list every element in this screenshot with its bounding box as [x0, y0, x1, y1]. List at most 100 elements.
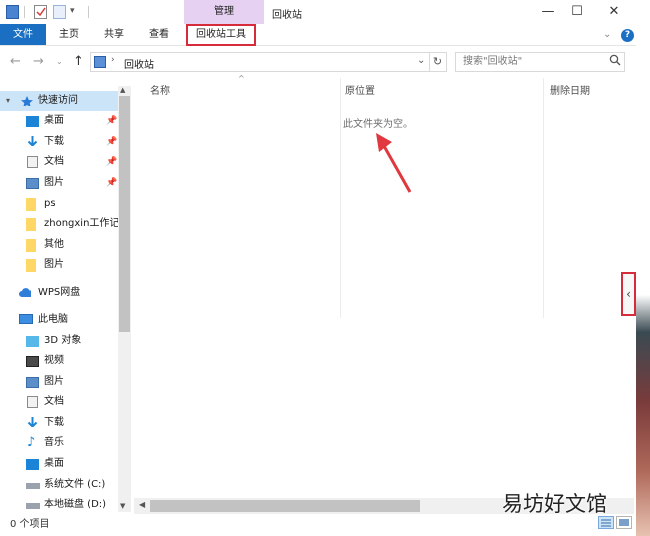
scroll-up-icon[interactable]: ▲	[120, 86, 125, 94]
nav-item-drive-c[interactable]: 系统文件 (C:)	[0, 475, 118, 495]
empty-folder-message: 此文件夹为空。	[343, 119, 413, 130]
nav-this-pc[interactable]: 此电脑	[0, 310, 118, 330]
nav-item-folder-zhongxin[interactable]: zhongxin工作记	[0, 214, 118, 234]
document-icon	[27, 396, 38, 408]
folder-icon	[26, 259, 36, 272]
nav-item-documents[interactable]: 文档 📌	[0, 152, 118, 172]
pin-icon[interactable]: 📌	[106, 173, 117, 193]
tab-share[interactable]: 共享	[104, 24, 124, 45]
desktop-icon	[26, 116, 39, 127]
column-header-date-deleted[interactable]: 删除日期	[550, 82, 590, 97]
help-button[interactable]: ?	[621, 29, 634, 42]
nav-item-videos[interactable]: 视频	[0, 351, 118, 371]
nav-label: 视频	[44, 355, 64, 366]
pin-icon[interactable]: 📌	[106, 111, 117, 131]
refresh-icon[interactable]: ↻	[429, 52, 447, 72]
properties-icon[interactable]	[34, 5, 47, 19]
nav-label: 文档	[44, 156, 64, 167]
nav-label: 其他	[44, 239, 64, 250]
nav-item-pc-pictures[interactable]: 图片	[0, 372, 118, 392]
download-icon	[27, 136, 38, 146]
pictures-icon	[26, 377, 39, 388]
nav-item-pc-desktop[interactable]: 桌面	[0, 454, 118, 474]
document-icon	[27, 156, 38, 168]
maximize-button[interactable]: ☐	[562, 3, 592, 21]
nav-label: 快速访问	[38, 95, 78, 106]
nav-item-3d-objects[interactable]: 3D 对象	[0, 331, 118, 351]
preview-pane-toggle-chevron-icon[interactable]: ‹	[621, 272, 636, 316]
nav-item-music[interactable]: ♪ 音乐	[0, 433, 118, 453]
navigation-pane: ▾ 快速访问 桌面 📌 下载 📌 文档 📌 图片 📌 ps zhongxin工作…	[0, 86, 132, 496]
expand-chevron-icon[interactable]: ▾	[6, 91, 10, 111]
nav-item-drive-d[interactable]: 本地磁盘 (D:)	[0, 495, 118, 515]
tab-recycle-bin-tools[interactable]: 回收站工具	[186, 24, 256, 46]
annotation-arrow-icon	[376, 133, 412, 193]
drive-icon	[26, 503, 40, 509]
search-icon[interactable]	[609, 54, 621, 69]
tab-home[interactable]: 主页	[59, 24, 79, 45]
divider	[24, 6, 25, 18]
up-arrow-icon[interactable]: ↑	[73, 54, 84, 69]
nav-item-downloads[interactable]: 下载 📌	[0, 132, 118, 152]
star-icon	[21, 96, 33, 106]
expand-ribbon-chevron-icon[interactable]: ⌄	[603, 29, 611, 40]
folder-icon	[26, 198, 36, 211]
nav-item-folder-ps[interactable]: ps	[0, 194, 118, 214]
breadcrumb-separator-icon[interactable]: ›	[111, 55, 115, 65]
nav-label: 图片	[44, 177, 64, 188]
search-input[interactable]: 搜索"回收站"	[455, 52, 625, 72]
manage-context-tab[interactable]: 管理	[184, 0, 264, 24]
column-header-name[interactable]: 名称	[150, 82, 170, 97]
nav-item-pc-downloads[interactable]: 下载	[0, 413, 118, 433]
folder-icon	[26, 218, 36, 231]
scroll-down-icon[interactable]: ▼	[120, 502, 125, 510]
window-title: 回收站	[272, 10, 302, 21]
3d-objects-icon	[26, 336, 39, 347]
pin-icon[interactable]: 📌	[106, 152, 117, 172]
column-header-original-location[interactable]: 原位置	[345, 82, 375, 97]
nav-label: 图片	[44, 259, 64, 270]
drive-icon	[26, 483, 40, 489]
breadcrumb-current[interactable]: 回收站	[124, 56, 154, 71]
large-icons-view-icon[interactable]	[616, 516, 632, 529]
address-dropdown-icon[interactable]: ⌄	[417, 55, 425, 66]
nav-pane-scroll-thumb[interactable]	[119, 96, 130, 332]
minimize-button[interactable]: —	[533, 3, 563, 21]
recycle-bin-icon	[94, 56, 106, 68]
nav-item-folder-other[interactable]: 其他	[0, 235, 118, 255]
watermark-text: 易坊好文馆	[502, 492, 607, 516]
nav-label: 桌面	[44, 115, 64, 126]
nav-item-pc-documents[interactable]: 文档	[0, 392, 118, 412]
nav-label: 图片	[44, 376, 64, 387]
new-folder-icon[interactable]	[53, 5, 66, 19]
nav-label: 此电脑	[38, 314, 68, 325]
desktop-background-strip	[636, 0, 650, 536]
nav-item-folder-pictures[interactable]: 图片	[0, 255, 118, 275]
pc-icon	[19, 314, 33, 324]
nav-quick-access[interactable]: ▾ 快速访问	[0, 91, 118, 111]
column-divider[interactable]	[543, 78, 544, 318]
nav-label: 文档	[44, 396, 64, 407]
nav-item-desktop[interactable]: 桌面 📌	[0, 111, 118, 131]
scroll-left-icon[interactable]: ◀	[139, 500, 145, 509]
customize-quick-access-icon[interactable]: ▾	[70, 6, 75, 16]
recent-locations-chevron-icon[interactable]: ⌄	[56, 57, 63, 66]
close-button[interactable]: ✕	[599, 3, 629, 21]
column-divider[interactable]	[340, 78, 341, 318]
pin-icon[interactable]: 📌	[106, 132, 117, 152]
folder-icon	[26, 239, 36, 252]
tab-view[interactable]: 查看	[149, 24, 169, 45]
nav-wps-cloud[interactable]: WPS网盘	[0, 283, 118, 303]
cloud-icon	[19, 288, 31, 297]
content-scroll-thumb[interactable]	[150, 500, 420, 512]
ribbon-bar	[0, 24, 650, 46]
nav-item-pictures[interactable]: 图片 📌	[0, 173, 118, 193]
tab-file[interactable]: 文件	[0, 24, 46, 45]
forward-arrow-icon[interactable]: →	[33, 54, 44, 69]
nav-label: 本地磁盘 (D:)	[44, 499, 107, 510]
nav-label: 下载	[44, 417, 64, 428]
nav-label: 下载	[44, 136, 64, 147]
nav-label: WPS网盘	[38, 287, 81, 298]
back-arrow-icon[interactable]: ←	[10, 54, 21, 69]
nav-label: 桌面	[44, 458, 64, 469]
